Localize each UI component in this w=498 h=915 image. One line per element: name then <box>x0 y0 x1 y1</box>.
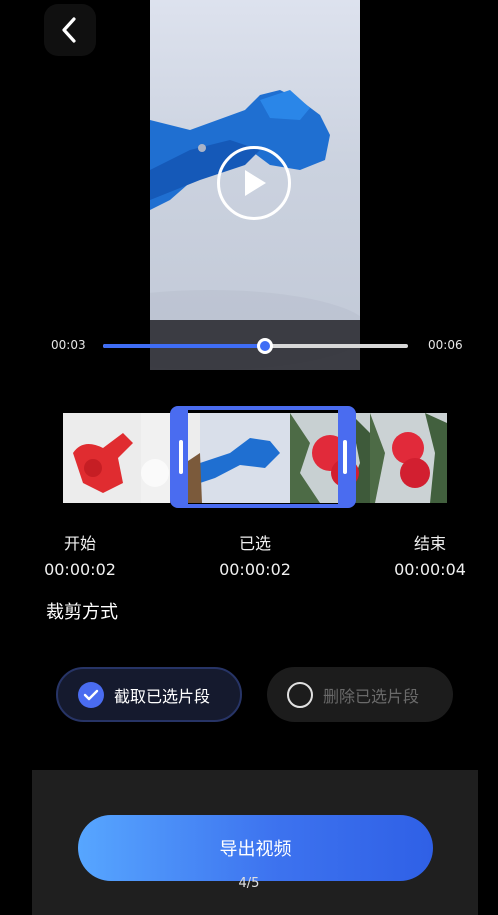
trim-end-value: 00:00:04 <box>394 560 466 579</box>
end-time: 00:06 <box>428 338 463 352</box>
chevron-left-icon <box>62 17 76 43</box>
page-indicator: 4/5 <box>238 876 260 891</box>
play-button[interactable] <box>217 146 291 220</box>
current-time: 00:03 <box>51 338 86 352</box>
back-button[interactable] <box>44 4 96 56</box>
trim-start-value: 00:00:02 <box>44 560 116 579</box>
trim-selected-label: 已选 <box>238 534 271 553</box>
trim-start-label: 开始 <box>63 534 96 553</box>
option-keep-selection[interactable]: 截取已选片段 <box>56 667 242 722</box>
progress-slider[interactable] <box>103 338 408 354</box>
filmstrip-frame <box>63 413 141 503</box>
trim-selected-info: 已选 00:00:02 <box>215 530 295 579</box>
trim-start-info: 开始 00:00:02 <box>40 530 120 579</box>
cut-mode-title: 裁剪方式 <box>46 602 118 623</box>
trim-handle-right[interactable] <box>338 410 352 504</box>
option-keep-label: 截取已选片段 <box>114 686 211 706</box>
trim-end-info: 结束 00:00:04 <box>390 530 470 579</box>
radio-empty-icon <box>287 681 313 708</box>
trim-end-label: 结束 <box>413 534 446 553</box>
filmstrip-frame <box>370 413 447 503</box>
progress-thumb[interactable] <box>256 338 273 354</box>
progress-fill <box>103 344 265 348</box>
trim-handle-left[interactable] <box>174 410 188 504</box>
filmstrip-frame <box>141 413 170 503</box>
checkmark-icon <box>78 681 104 708</box>
play-icon <box>245 170 266 196</box>
trim-selected-value: 00:00:02 <box>219 560 291 579</box>
option-delete-selection[interactable]: 删除已选片段 <box>267 667 453 722</box>
export-video-button[interactable]: 导出视频 <box>78 815 433 881</box>
trim-selection-box[interactable] <box>170 406 356 508</box>
option-delete-label: 删除已选片段 <box>323 686 420 706</box>
